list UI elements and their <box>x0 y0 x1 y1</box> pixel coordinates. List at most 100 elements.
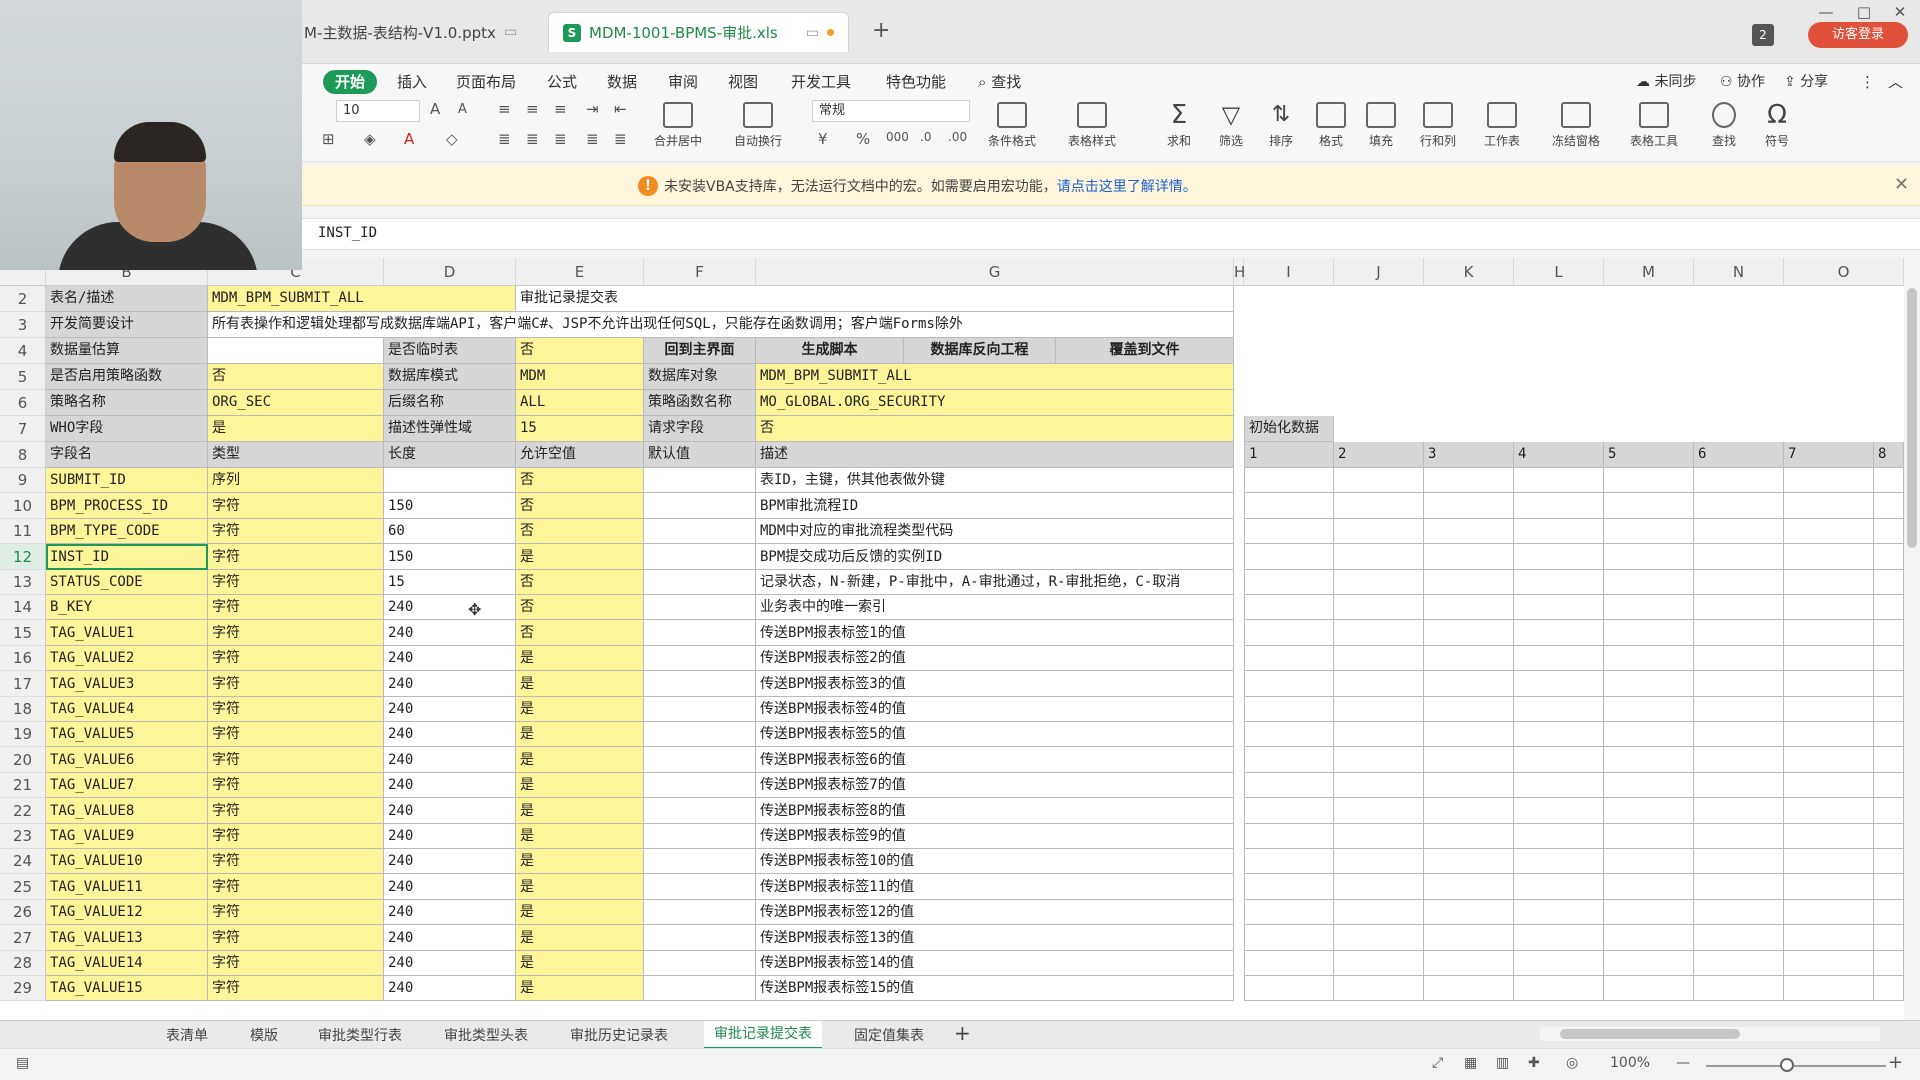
cell-init-data[interactable] <box>1424 925 1514 951</box>
cell-def[interactable] <box>644 798 756 824</box>
align-bottom-icon[interactable]: ≡ <box>554 100 567 118</box>
cell-len[interactable]: 240 <box>384 951 516 976</box>
cell-init-data[interactable] <box>1334 646 1424 671</box>
cell-init-data[interactable] <box>1784 849 1874 874</box>
formula-input[interactable]: INST_ID <box>318 225 377 241</box>
cell-type[interactable]: 字符 <box>208 570 384 595</box>
cell-desc[interactable]: 传送BPM报表标签11的值 <box>756 874 1234 900</box>
vertical-scrollbar[interactable] <box>1904 258 1920 1020</box>
cell-init-data[interactable] <box>1334 798 1424 824</box>
col-header-m[interactable]: M <box>1604 258 1694 286</box>
cell-init-data[interactable] <box>1424 900 1514 925</box>
cell-init-data[interactable] <box>1784 646 1874 671</box>
cell-init-data[interactable] <box>1694 773 1784 798</box>
row-header[interactable]: 19 <box>0 722 46 747</box>
cell-init-data[interactable] <box>1784 925 1874 951</box>
row-header[interactable]: 21 <box>0 773 46 798</box>
cell-init-data[interactable] <box>1244 874 1334 900</box>
cell-init-data[interactable] <box>1244 468 1334 493</box>
cell-nullable[interactable]: 是 <box>516 747 644 773</box>
cell-type[interactable]: 字符 <box>208 519 384 544</box>
cell-init-data[interactable] <box>1334 620 1424 646</box>
cell-init-data[interactable] <box>1514 570 1604 595</box>
cell-init-data[interactable] <box>1784 951 1874 976</box>
cell-len[interactable]: 240 <box>384 874 516 900</box>
cell-type[interactable]: 字符 <box>208 900 384 925</box>
cell-init-data[interactable] <box>1694 849 1784 874</box>
cell-init-data[interactable] <box>1694 595 1784 620</box>
merge-center-button[interactable]: 合并居中 <box>654 100 702 149</box>
cell-desc[interactable]: 传送BPM报表标签14的值 <box>756 951 1234 976</box>
cell-desc[interactable]: 传送BPM报表标签9的值 <box>756 824 1234 849</box>
menu-features[interactable]: 特色功能 <box>886 70 946 94</box>
cell-len[interactable]: 240 <box>384 722 516 747</box>
who-value[interactable]: 是 <box>208 416 384 442</box>
cell-init-data[interactable] <box>1694 493 1784 519</box>
cell-len[interactable] <box>384 468 516 493</box>
cell-init-data[interactable] <box>1874 900 1904 925</box>
normal-view-icon[interactable]: ▦ <box>1464 1055 1477 1071</box>
cell-init-data[interactable] <box>1694 951 1784 976</box>
cell-init-data[interactable] <box>1514 773 1604 798</box>
cell-init-data[interactable] <box>1784 874 1874 900</box>
cell-init-data[interactable] <box>1424 697 1514 722</box>
eye-protect-icon[interactable]: ◎ <box>1566 1055 1578 1071</box>
cell-desc[interactable]: 传送BPM报表标签7的值 <box>756 773 1234 798</box>
cell-init-data[interactable] <box>1334 493 1424 519</box>
decrease-decimal-icon[interactable]: .00 <box>948 130 967 144</box>
cell-init-data[interactable] <box>1244 646 1334 671</box>
indent-icon[interactable]: ⇥ <box>586 100 599 118</box>
sheet-tab[interactable]: 固定值集表 <box>854 1025 924 1045</box>
row-header[interactable]: 12 <box>0 544 46 570</box>
cell-name[interactable]: TAG_VALUE2 <box>46 646 208 671</box>
cell-init-data[interactable] <box>1784 620 1874 646</box>
cell-init-data[interactable] <box>1244 519 1334 544</box>
increase-decimal-icon[interactable]: .0 <box>920 130 931 144</box>
cell-init-data[interactable] <box>1694 976 1784 1001</box>
zoom-in-icon[interactable]: + <box>1888 1052 1903 1073</box>
cell-init-data[interactable] <box>1784 722 1874 747</box>
cell-def[interactable] <box>644 722 756 747</box>
row-header[interactable]: 25 <box>0 874 46 900</box>
percent-icon[interactable]: % <box>856 130 870 148</box>
cell-init-data[interactable] <box>1784 519 1874 544</box>
cell-init-data[interactable] <box>1334 468 1424 493</box>
cell-init-data[interactable] <box>1334 976 1424 1001</box>
cell-name[interactable]: TAG_VALUE9 <box>46 824 208 849</box>
col-header-d[interactable]: D <box>384 258 516 286</box>
cell-init-data[interactable] <box>1604 900 1694 925</box>
cell-init-data[interactable] <box>1694 544 1784 570</box>
cell-init-data[interactable] <box>1244 722 1334 747</box>
find-button[interactable]: 查找 <box>1712 100 1736 149</box>
policy-name-value[interactable]: ORG_SEC <box>208 390 384 416</box>
cell-type[interactable]: 字符 <box>208 646 384 671</box>
menu-home[interactable]: 开始 <box>323 70 378 94</box>
cell-name[interactable]: TAG_VALUE6 <box>46 747 208 773</box>
cell-def[interactable] <box>644 519 756 544</box>
cell-init-data[interactable] <box>1604 951 1694 976</box>
cell-init-data[interactable] <box>1874 493 1904 519</box>
cell-init-data[interactable] <box>1334 722 1424 747</box>
maximize-icon[interactable]: □ <box>1846 0 1882 24</box>
cell-desc[interactable]: 传送BPM报表标签3的值 <box>756 671 1234 697</box>
col-header-g[interactable]: G <box>756 258 1234 286</box>
cell-init-data[interactable] <box>1244 900 1334 925</box>
cell-init-data[interactable] <box>1694 570 1784 595</box>
cell-init-data[interactable] <box>1424 722 1514 747</box>
cell-init-data[interactable] <box>1514 824 1604 849</box>
spreadsheet-grid[interactable]: B C D E F G H I J K L M N O 2 表名/描述 MDM_… <box>0 258 1920 1020</box>
menu-page-layout[interactable]: 页面布局 <box>456 70 516 94</box>
border-icon[interactable]: ⊞ <box>322 130 335 148</box>
row-header[interactable]: 22 <box>0 798 46 824</box>
sheet-tab[interactable]: 表清单 <box>166 1025 208 1045</box>
symbol-button[interactable]: Ω 符号 <box>1762 100 1792 149</box>
cell-len[interactable]: 15 <box>384 570 516 595</box>
doc-tab-xls[interactable]: S MDM-1001-BPMS-审批.xls ▭ <box>548 12 849 52</box>
cell-name[interactable]: TAG_VALUE12 <box>46 900 208 925</box>
share-button[interactable]: ⇪ 分享 <box>1784 70 1828 94</box>
cell-init-data[interactable] <box>1604 874 1694 900</box>
cell-nullable[interactable]: 是 <box>516 874 644 900</box>
cell-init-data[interactable] <box>1244 925 1334 951</box>
cell-init-data[interactable] <box>1784 493 1874 519</box>
cell-name[interactable]: TAG_VALUE5 <box>46 722 208 747</box>
